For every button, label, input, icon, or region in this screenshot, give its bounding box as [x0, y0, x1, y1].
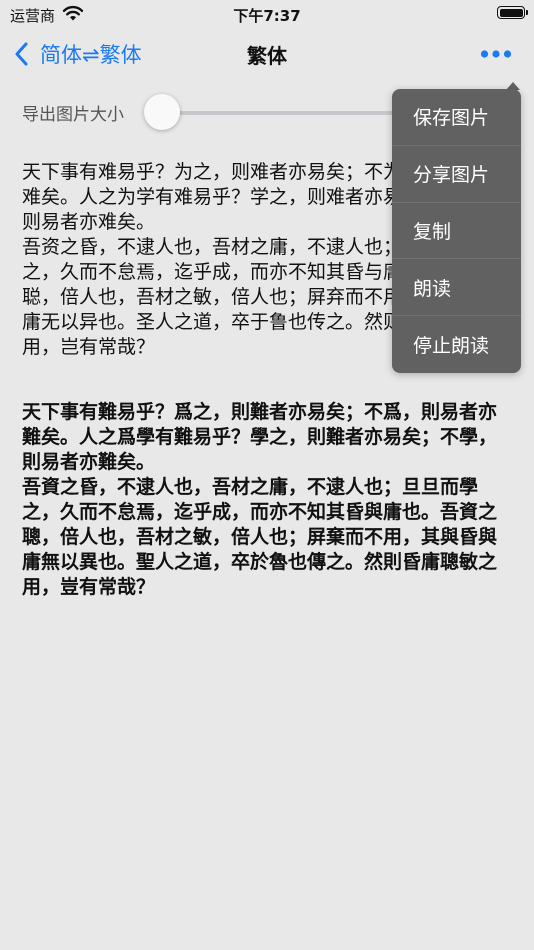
- export-size-slider-thumb[interactable]: [144, 94, 180, 130]
- more-horizontal-icon[interactable]: [480, 43, 512, 65]
- navigation-bar: 简体⇌繁体 繁体: [0, 30, 534, 78]
- menu-item-stop-reading[interactable]: 停止朗读: [392, 316, 521, 373]
- action-menu: 保存图片 分享图片 复制 朗读 停止朗读: [392, 89, 521, 373]
- traditional-text: 天下事有難易乎？爲之，則難者亦易矣；不爲，則易者亦難矣。人之爲學有難易乎？學之，…: [22, 401, 498, 598]
- status-time: 下午7:37: [233, 7, 301, 25]
- menu-item-copy[interactable]: 复制: [392, 203, 521, 260]
- page-title: 繁体: [247, 44, 287, 68]
- export-size-label: 导出图片大小: [22, 105, 124, 125]
- status-bar: 运营商 下午7:37: [0, 0, 534, 30]
- menu-item-read-aloud[interactable]: 朗读: [392, 259, 521, 317]
- battery-icon: [497, 6, 528, 19]
- menu-item-save-image[interactable]: 保存图片: [392, 89, 521, 146]
- menu-item-share-image[interactable]: 分享图片: [392, 146, 521, 203]
